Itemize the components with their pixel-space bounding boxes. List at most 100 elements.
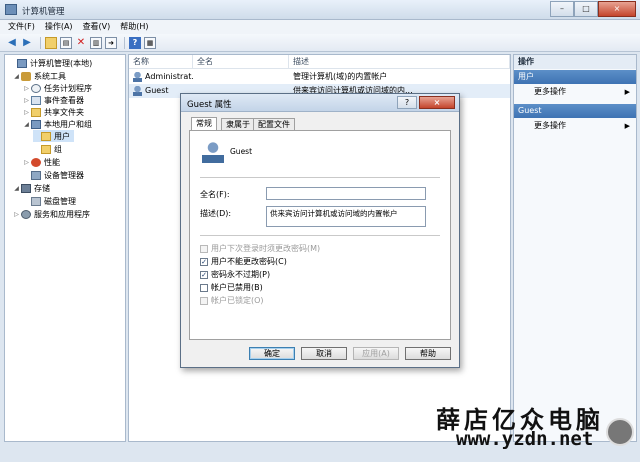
general-tab-panel: Guest 全名(F): 描述(D): 供来宾访问计算机或访问域的内置帐户 用户… [189,130,451,340]
tree-item-task-scheduler[interactable]: ▷ 任务计划程序 [23,82,92,94]
menu-view[interactable]: 查看(V) [83,20,111,34]
checkbox-account-locked[interactable]: 帐户已锁定(O) [200,295,264,306]
expand-arrow-icon[interactable]: ▷ [23,109,30,116]
checkbox-account-disabled[interactable]: 帐户已禁用(B) [200,282,263,293]
column-header-fullname[interactable]: 全名 [193,55,289,69]
divider [200,177,440,178]
tree-item-services-apps[interactable]: ▷ 服务和应用程序 [13,208,90,220]
description-input[interactable]: 供来宾访问计算机或访问域的内置帐户 [266,206,426,227]
table-row[interactable]: Administrat... 管理计算机(域)的内置帐户 [129,70,510,84]
apply-button[interactable]: 应用(A) [353,347,399,360]
checkbox-box[interactable] [200,244,208,253]
forward-arrow-icon[interactable]: ▶ [21,37,33,49]
column-header-name[interactable]: 名称 [129,55,193,69]
export-icon[interactable]: ➜ [105,36,117,49]
tree-item-local-users-groups[interactable]: ◢ 本地用户和组 [23,118,92,130]
dialog-title: Guest 属性 [187,100,232,110]
checkbox-label: 帐户已禁用(B) [211,283,263,292]
tree-item-device-manager[interactable]: 设备管理器 [23,169,84,181]
back-arrow-icon[interactable]: ◀ [6,37,18,49]
actions-group-users[interactable]: 用户 [514,70,636,84]
menu-action[interactable]: 操作(A) [45,20,73,34]
title-bar: 计算机管理 – □ × [0,0,640,20]
expand-arrow-icon[interactable]: ▷ [13,211,20,218]
console-icon[interactable]: ▦ [144,36,156,49]
show-hide-tree-icon[interactable]: ▤ [60,36,72,49]
clock-icon [31,83,41,93]
cancel-button[interactable]: 取消 [301,347,347,360]
menu-file[interactable]: 文件(F) [8,20,35,34]
storage-icon [21,183,31,193]
dialog-close-button[interactable]: × [419,96,455,109]
actions-pane: 操作 用户 更多操作 ▶ Guest 更多操作 ▶ [513,54,637,442]
checkbox-password-never-expires[interactable]: ✓ 密码永不过期(P) [200,269,270,280]
disk-icon [31,196,41,206]
expand-arrow-icon[interactable]: ▷ [23,97,30,104]
event-viewer-icon [31,95,41,105]
help-button[interactable]: 帮助 [405,347,451,360]
maximize-button[interactable]: □ [574,1,598,17]
more-actions-guest[interactable]: 更多操作 ▶ [514,119,636,133]
folder-icon [41,144,51,154]
collapse-arrow-icon[interactable]: ◢ [23,121,30,128]
submenu-arrow-icon: ▶ [624,122,630,130]
performance-icon [31,157,41,167]
tab-general[interactable]: 常规 [191,117,217,131]
properties-icon[interactable]: ▥ [90,36,102,49]
expand-arrow-icon[interactable]: ▷ [23,159,30,166]
tree-item-shared-folders[interactable]: ▷ 共享文件夹 [23,106,84,118]
checkbox-cannot-change-password[interactable]: ✓ 用户不能更改密码(C) [200,256,287,267]
device-manager-icon [31,170,41,180]
help-icon[interactable]: ? [129,36,141,49]
tree-item-system-tools[interactable]: ◢ 系统工具 [13,70,66,82]
menu-help[interactable]: 帮助(H) [120,20,148,34]
checkbox-box-checked[interactable]: ✓ [200,257,208,266]
cell-name: Administrat... [133,70,193,84]
tree-item-groups[interactable]: 组 [33,143,62,155]
tree-item-performance[interactable]: ▷ 性能 [23,156,60,168]
checkbox-box-checked[interactable]: ✓ [200,270,208,279]
tree-item-label: 用户 [54,131,70,141]
services-icon [21,209,31,219]
checkbox-must-change-password[interactable]: 用户下次登录时须更改密码(M) [200,243,320,254]
actions-group-guest[interactable]: Guest [514,104,636,118]
user-avatar-icon [202,141,224,163]
checkbox-box[interactable] [200,283,208,292]
expand-arrow-icon[interactable]: ▷ [23,85,30,92]
collapse-arrow-icon[interactable]: ◢ [13,73,20,80]
more-actions-label: 更多操作 [534,87,566,96]
description-label: 描述(D): [200,209,232,218]
folder-icon [41,131,51,141]
checkbox-label: 密码永不过期(P) [211,270,271,279]
dialog-title-bar: Guest 属性 ? × [181,94,459,112]
tree-item-storage[interactable]: ◢ 存储 [13,182,50,194]
up-folder-icon[interactable] [45,36,57,49]
watermark-logo-icon [606,418,634,446]
cell-name-text: Guest [145,86,169,95]
more-actions-users[interactable]: 更多操作 ▶ [514,85,636,99]
tree-item-disk-management[interactable]: 磁盘管理 [23,195,76,207]
checkbox-box[interactable] [200,296,208,305]
tree-item-users[interactable]: 用户 [33,130,74,142]
tree-item-event-viewer[interactable]: ▷ 事件查看器 [23,94,84,106]
tree-item-label: 服务和应用程序 [34,209,90,219]
toolbar: ◀ ▶ ▤ ✕ ▥ ➜ ? ▦ [0,34,640,52]
tree-item-label: 事件查看器 [44,95,84,105]
list-header: 名称 全名 描述 [129,55,510,69]
ok-button[interactable]: 确定 [249,347,295,360]
submenu-arrow-icon: ▶ [624,88,630,96]
tree-item-label: 性能 [44,157,60,167]
fullname-input[interactable] [266,187,426,200]
tree-item-computer-management[interactable]: 计算机管理(本地) [9,57,92,69]
dialog-help-button[interactable]: ? [397,96,417,109]
column-header-description[interactable]: 描述 [289,55,510,69]
divider [200,235,440,236]
user-icon [133,85,142,96]
close-button[interactable]: × [598,1,636,17]
delete-icon[interactable]: ✕ [75,37,87,49]
fullname-label: 全名(F): [200,190,230,199]
minimize-button[interactable]: – [550,1,574,17]
collapse-arrow-icon[interactable]: ◢ [13,185,20,192]
checkbox-label: 帐户已锁定(O) [211,296,264,305]
shared-folder-icon [31,107,41,117]
